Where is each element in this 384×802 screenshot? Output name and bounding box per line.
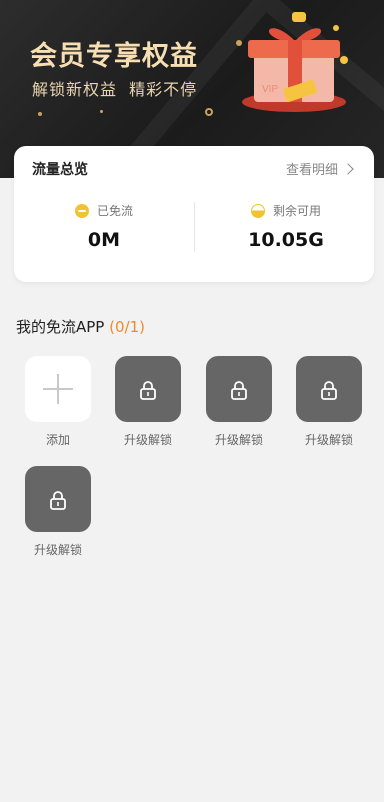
- banner-decor-dot: [38, 112, 42, 116]
- banner-decor-dot: [100, 110, 103, 113]
- chevron-right-icon: [342, 162, 354, 175]
- free-traffic-label: 已免流: [96, 204, 133, 218]
- plus-icon-stroke: [57, 374, 59, 404]
- upgrade-unlock-slot[interactable]: 升级解锁: [206, 356, 272, 448]
- app-label: 添加: [45, 433, 70, 447]
- free-traffic-value: 0M: [87, 229, 121, 251]
- my-free-apps-title: 我的免流APP (0/1): [16, 316, 145, 337]
- banner-subtitle: 解锁新权益 精彩不停: [32, 80, 198, 99]
- banner-decor-dot: [205, 108, 213, 116]
- free-traffic-icon: [74, 203, 89, 218]
- remaining-traffic-value: 10.05G: [248, 229, 324, 251]
- lock-icon: [231, 381, 247, 400]
- view-details-link[interactable]: 查看明细: [285, 159, 354, 178]
- remaining-traffic-stat: 剩余可用 10.05G: [206, 202, 366, 251]
- remaining-traffic-icon: [250, 203, 265, 218]
- app-label: 升级解锁: [33, 543, 82, 557]
- app-label: 升级解锁: [304, 433, 353, 447]
- remaining-traffic-label: 剩余可用: [272, 204, 321, 218]
- gift-vip-text: VIP: [262, 84, 278, 95]
- view-details-label: 查看明细: [285, 163, 338, 178]
- upgrade-unlock-slot[interactable]: 升级解锁: [296, 356, 362, 448]
- stat-divider: [194, 202, 195, 252]
- banner-title: 会员专享权益: [30, 41, 198, 72]
- my-free-apps-count: (0/1): [109, 318, 145, 336]
- overview-title: 流量总览: [32, 162, 88, 178]
- traffic-overview-card: 流量总览 查看明细 已免流 0M 剩余可用 10.05G: [14, 146, 374, 282]
- gift-box-icon: VIP: [242, 12, 348, 112]
- upgrade-unlock-slot[interactable]: 升级解锁: [25, 466, 91, 558]
- lock-icon: [50, 491, 66, 510]
- upgrade-unlock-slot[interactable]: 升级解锁: [115, 356, 181, 448]
- add-app-button[interactable]: 添加: [25, 356, 91, 448]
- my-free-apps-label: 我的免流APP: [16, 318, 105, 336]
- free-traffic-stat: 已免流 0M: [24, 202, 184, 251]
- lock-icon: [321, 381, 337, 400]
- lock-icon: [140, 381, 156, 400]
- app-label: 升级解锁: [214, 433, 263, 447]
- app-label: 升级解锁: [123, 433, 172, 447]
